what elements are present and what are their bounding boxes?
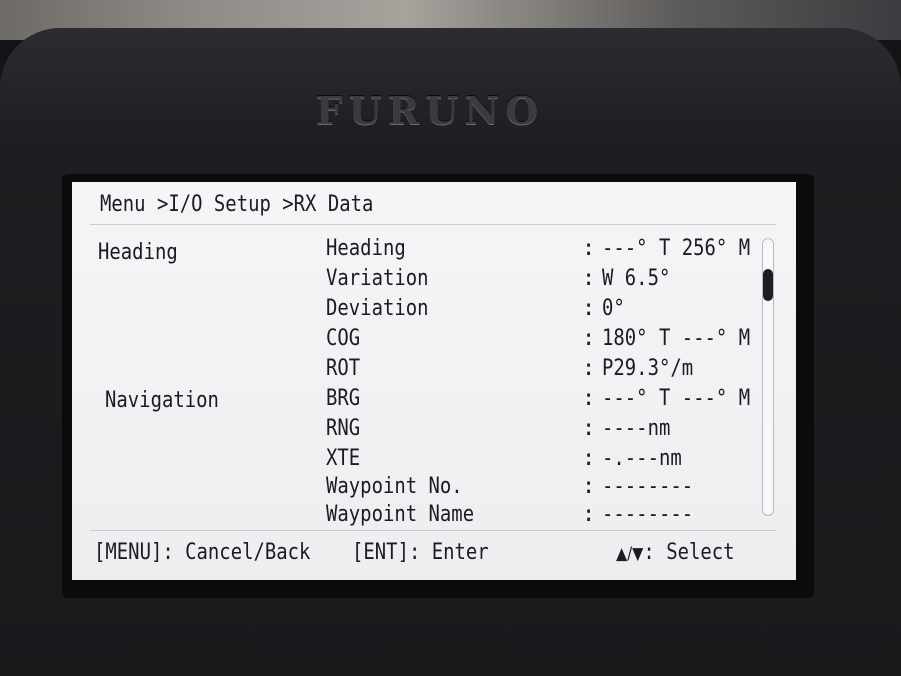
row-value: P29.3°/m — [602, 356, 694, 381]
row-deviation[interactable]: Deviation : 0° — [72, 296, 772, 326]
row-name: BRG — [326, 386, 361, 411]
row-name: Deviation — [326, 296, 429, 321]
footer-divider — [90, 530, 776, 531]
row-value: -------- — [602, 474, 694, 499]
row-separator: : — [582, 266, 596, 291]
row-brg[interactable]: BRG : ---° T ---° M — [72, 386, 772, 416]
row-name: ROT — [326, 356, 361, 381]
scrollbar-thumb[interactable] — [763, 269, 773, 301]
lcd-screen: Menu >I/O Setup >RX Data Heading Navigat… — [72, 182, 796, 580]
menu-key-hint: [MENU]: Cancel/Back — [94, 540, 311, 565]
row-name: COG — [326, 326, 361, 351]
scrollbar[interactable] — [762, 238, 774, 516]
row-name: Waypoint No. — [326, 474, 463, 499]
row-variation[interactable]: Variation : W 6.5° — [72, 266, 772, 296]
row-separator: : — [582, 296, 596, 321]
up-down-arrows-icon: ▲/▼ — [616, 544, 644, 564]
row-name: RNG — [326, 416, 361, 441]
row-heading[interactable]: Heading : ---° T 256° M — [72, 236, 772, 266]
row-separator: : — [582, 326, 596, 351]
row-waypoint-name[interactable]: Waypoint Name : -------- — [72, 502, 772, 532]
enter-key-hint: [ENT]: Enter — [352, 540, 489, 565]
select-label: : Select — [643, 540, 735, 565]
row-value: -------- — [602, 502, 694, 527]
row-separator: : — [582, 502, 596, 527]
row-value: -.---nm — [602, 446, 682, 471]
row-rot[interactable]: ROT : P29.3°/m — [72, 356, 772, 386]
row-value: 0° — [602, 296, 625, 321]
row-name: Variation — [326, 266, 429, 291]
row-separator: : — [582, 446, 596, 471]
row-name: Waypoint Name — [326, 502, 475, 527]
row-separator: : — [582, 416, 596, 441]
row-value: ---° T ---° M — [602, 386, 751, 411]
brand-logo: FURUNO — [315, 88, 545, 133]
row-value: ---° T 256° M — [602, 236, 751, 261]
header-divider — [90, 224, 776, 225]
row-separator: : — [582, 386, 596, 411]
row-rng[interactable]: RNG : ----nm — [72, 416, 772, 446]
row-separator: : — [582, 236, 596, 261]
row-xte[interactable]: XTE : -.---nm — [72, 446, 772, 476]
row-separator: : — [582, 356, 596, 381]
row-value: W 6.5° — [602, 266, 671, 291]
row-value: 180° T ---° M — [602, 326, 751, 351]
row-value: ----nm — [602, 416, 671, 441]
row-cog[interactable]: COG : 180° T ---° M — [72, 326, 772, 356]
row-waypoint-no[interactable]: Waypoint No. : -------- — [72, 474, 772, 504]
select-hint: ▲/▼: Select — [616, 540, 735, 565]
breadcrumb: Menu >I/O Setup >RX Data — [100, 192, 374, 217]
row-name: Heading — [326, 236, 406, 261]
row-name: XTE — [326, 446, 361, 471]
row-separator: : — [582, 474, 596, 499]
